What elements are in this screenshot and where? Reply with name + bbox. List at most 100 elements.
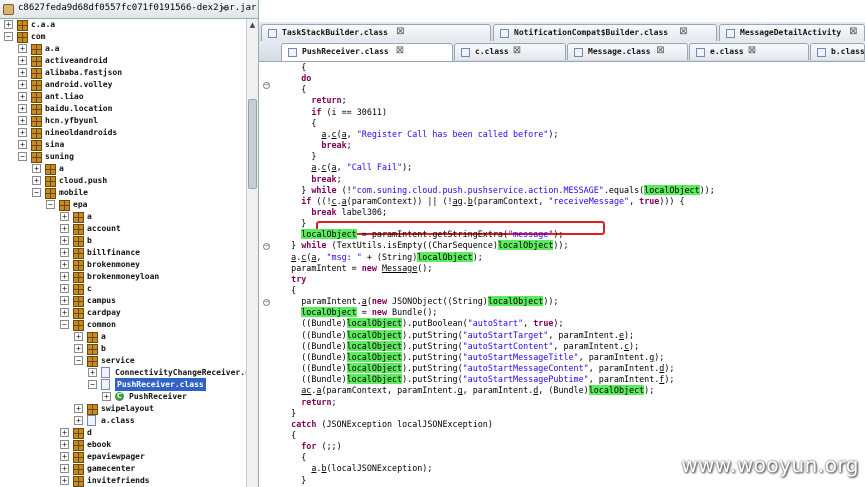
expand-icon[interactable]: + [18,44,27,53]
tab-close-icon[interactable]: ⊠ [513,45,521,56]
scrollbar-thumb[interactable] [248,99,257,189]
tree-item[interactable]: + hcn.yfbyunl [0,115,246,127]
scroll-up-icon[interactable]: ▲ [248,20,257,30]
editor-tab[interactable]: PushReceiver.class ⊠ [281,43,453,61]
expand-icon[interactable]: + [60,212,69,221]
class-file-icon [461,48,470,57]
tree-item[interactable]: + account [0,223,246,235]
fold-icon[interactable]: − [263,82,270,89]
package-icon [73,272,84,283]
expand-icon[interactable]: + [60,476,69,485]
tree-item[interactable]: + brokenmoneyloan [0,271,246,283]
collapse-icon[interactable]: − [46,200,55,209]
tree-item[interactable]: + invitefriends [0,475,246,487]
tree-item[interactable]: + campus [0,295,246,307]
tree-item[interactable]: − epa [0,199,246,211]
expand-icon[interactable]: + [60,296,69,305]
collapse-icon[interactable]: − [60,320,69,329]
code-area[interactable]: − − − { do { return; if (i == 30611) { a.c… [259,62,865,487]
fold-icon[interactable]: − [263,243,270,251]
tree-item[interactable]: + nineoldandroids [0,127,246,139]
tree-item[interactable]: + activeandroid [0,55,246,67]
expand-icon[interactable]: + [60,452,69,461]
expand-icon[interactable]: + [18,92,27,101]
tree-item[interactable]: − suning [0,151,246,163]
expand-icon[interactable]: + [18,104,27,113]
collapse-icon[interactable]: − [18,152,27,161]
tab-close-icon[interactable]: ⊠ [679,26,687,37]
expand-icon[interactable]: + [74,344,83,353]
expand-icon[interactable]: + [74,416,83,425]
editor-tab[interactable]: Message.class ⊠ [567,43,688,60]
tree-item[interactable]: + cloud.push [0,175,246,187]
class-file-icon [101,379,110,390]
collapse-icon[interactable]: − [74,356,83,365]
code-token: catch [291,418,317,429]
expand-icon[interactable]: + [102,392,111,401]
tree-item[interactable]: + c [0,283,246,295]
tree-item[interactable]: + a.a [0,43,246,55]
expand-icon[interactable]: + [4,20,13,29]
expand-icon[interactable]: + [60,464,69,473]
editor-tab[interactable]: NotificationCompat$Builder.class ⊠ [493,24,717,41]
expand-icon[interactable]: + [60,284,69,293]
editor-tab[interactable]: e.class ⊠ [689,43,809,60]
tab-close-icon[interactable]: ⊠ [656,45,664,56]
expand-icon[interactable]: + [18,140,27,149]
package-icon [31,152,42,163]
expand-icon[interactable]: + [18,68,27,77]
collapse-icon[interactable]: − [4,32,13,41]
expand-icon[interactable]: + [32,176,41,185]
package-icon [17,20,28,31]
editor-tab[interactable]: TaskStackBuilder.class ⊠ [261,24,491,41]
tab-close-icon[interactable]: ⊠ [849,26,857,37]
tab-close-icon[interactable]: ⊠ [748,45,756,56]
expand-icon[interactable]: + [88,368,97,377]
tree-item[interactable]: + a [0,211,246,223]
expand-icon[interactable]: + [60,428,69,437]
code-token: if [311,106,322,117]
code-token: ((Bundle) [271,374,347,385]
expand-icon[interactable]: + [74,404,83,413]
expand-icon[interactable]: + [60,308,69,317]
code-token: )); [543,296,559,307]
fold-icon[interactable]: − [263,299,270,307]
tree-item[interactable]: − mobile [0,187,246,199]
tree-item[interactable]: + alibaba.fastjson [0,67,246,79]
editor-tab[interactable]: b.class⊠ [810,43,865,60]
tab-close-icon[interactable]: ⊠ [396,45,404,56]
expand-icon[interactable]: + [18,56,27,65]
expand-icon[interactable]: + [60,440,69,449]
tab-close-icon[interactable]: ⊠ [396,26,404,37]
tree-item[interactable]: + a [0,331,246,343]
expand-icon[interactable]: + [18,128,27,137]
expand-icon[interactable]: + [74,332,83,341]
expand-icon[interactable]: + [60,236,69,245]
tree-item[interactable]: − com [0,31,246,43]
close-icon[interactable]: ✕ [219,2,228,15]
tree-scrollbar[interactable]: ▲ [246,19,258,487]
tree-item[interactable]: + android.volley [0,79,246,91]
collapse-icon[interactable]: − [32,188,41,197]
editor-tab[interactable]: c.class ⊠ [454,43,566,60]
expand-icon[interactable]: + [18,80,27,89]
expand-icon[interactable]: + [32,164,41,173]
code-token: Bundle(); [387,307,438,318]
tree-item[interactable]: + cardpay [0,307,246,319]
expand-icon[interactable]: + [18,116,27,125]
expand-icon[interactable]: + [60,248,69,257]
explorer-tab[interactable]: c8627feda9d68df0557fc071f0191566-dex2jar… [0,0,258,19]
tree-item[interactable]: − common [0,319,246,331]
tree-item[interactable]: + a [0,163,246,175]
tree-item[interactable]: + ant.liao [0,91,246,103]
expand-icon[interactable]: + [60,272,69,281]
tree-item[interactable]: + d [0,427,246,439]
expand-icon[interactable]: + [60,224,69,233]
editor-tab[interactable]: MessageDetailActivity ⊠ [719,24,865,41]
tree-item[interactable]: + baidu.location [0,103,246,115]
expand-icon[interactable]: + [60,260,69,269]
tree-item[interactable]: + sina [0,139,246,151]
tree-item[interactable]: − PushReceiver.class [0,378,246,391]
tree-item[interactable]: + a.class [0,415,246,427]
collapse-icon[interactable]: − [88,380,97,389]
